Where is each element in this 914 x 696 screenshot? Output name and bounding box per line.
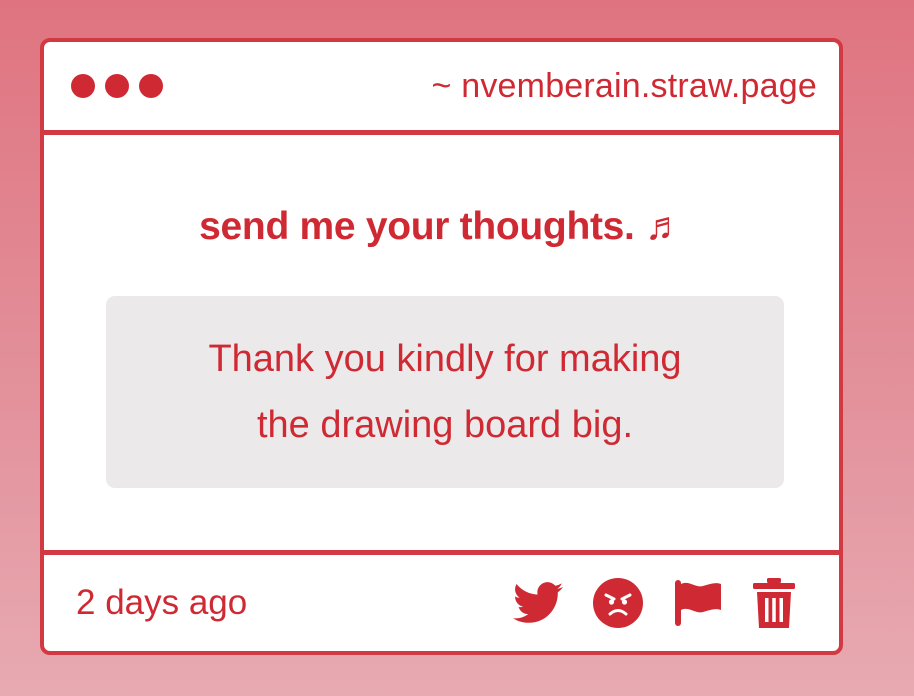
window-titlebar: ~ nvemberain.straw.page (44, 42, 839, 135)
twitter-icon (513, 582, 563, 623)
window-dot-1[interactable] (71, 74, 95, 98)
page-url: ~ nvemberain.straw.page (431, 66, 817, 105)
card-body: send me your thoughts. ♬ Thank you kindl… (44, 135, 839, 554)
window-dot-2[interactable] (105, 74, 129, 98)
delete-button[interactable] (753, 578, 795, 628)
timestamp: 2 days ago (76, 583, 248, 622)
report-button[interactable] (673, 578, 723, 628)
message-text: Thank you kindly for making the drawing … (145, 326, 745, 458)
window-controls (71, 74, 163, 98)
angry-face-icon (593, 578, 643, 628)
twitter-share-button[interactable] (513, 582, 563, 624)
react-angry-button[interactable] (593, 578, 643, 628)
page-title: send me your thoughts. ♬ (199, 205, 684, 248)
trash-icon (753, 578, 795, 628)
message-line-1: Thank you kindly for making (208, 338, 682, 380)
action-bar (513, 578, 795, 628)
message-card: ~ nvemberain.straw.page send me your tho… (40, 38, 843, 655)
card-footer: 2 days ago (44, 550, 839, 651)
message-line-2: the drawing board big. (256, 404, 634, 446)
window-dot-3[interactable] (139, 74, 163, 98)
flag-icon (675, 580, 721, 626)
message-box: Thank you kindly for making the drawing … (106, 296, 784, 488)
